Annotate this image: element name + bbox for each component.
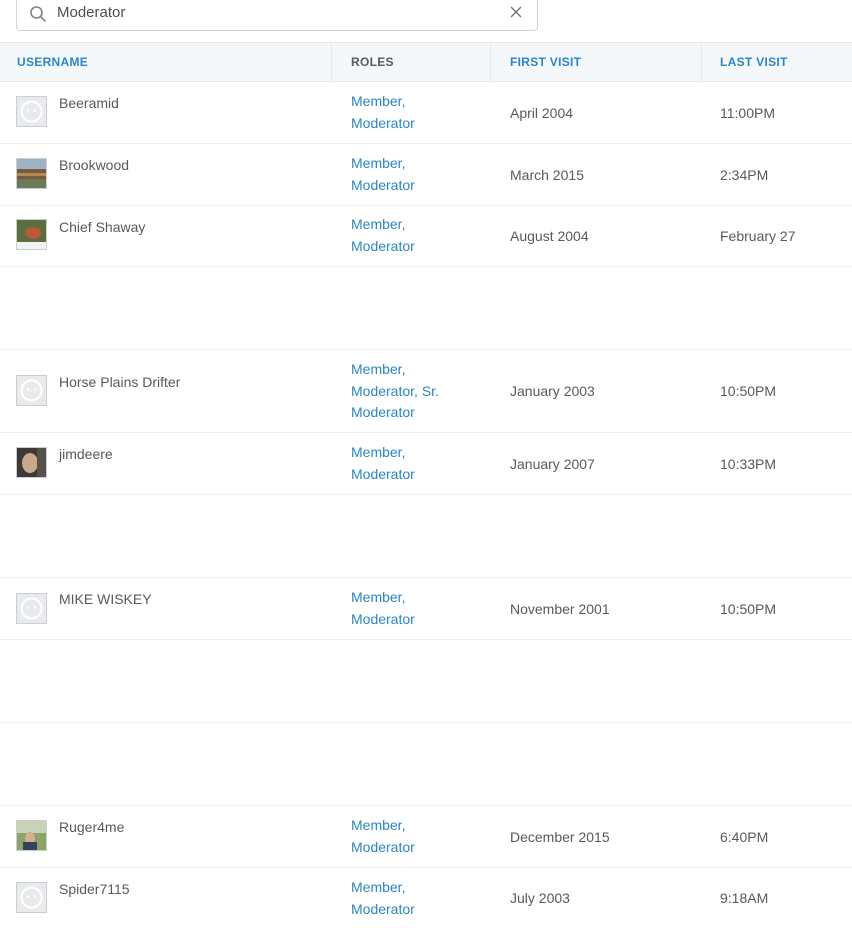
first-visit-date: January 2007 bbox=[510, 456, 595, 472]
photo-avatar[interactable] bbox=[16, 447, 47, 478]
roles-list: Member, Moderator bbox=[351, 153, 471, 196]
first-visit-date: August 2004 bbox=[510, 228, 589, 244]
first-visit-date: March 2015 bbox=[510, 167, 584, 183]
list-spacer bbox=[0, 640, 852, 723]
last-visit-time: 6:40PM bbox=[720, 829, 769, 845]
first-visit-date: November 2001 bbox=[510, 601, 610, 617]
first-visit-date: April 2004 bbox=[510, 105, 574, 121]
roles-list: Member, Moderator bbox=[351, 91, 471, 134]
role-link[interactable]: Member, bbox=[351, 442, 471, 464]
default-avatar-icon[interactable] bbox=[16, 593, 47, 624]
clear-search-icon[interactable] bbox=[509, 5, 523, 19]
role-link[interactable]: Moderator bbox=[351, 402, 471, 424]
roles-list: Member, Moderator, Sr. Moderator bbox=[351, 359, 471, 424]
last-visit-time: 10:50PM bbox=[720, 383, 777, 399]
photo-avatar[interactable] bbox=[16, 820, 47, 851]
table-row: MIKE WISKEY Member, Moderator November 2… bbox=[0, 578, 852, 640]
column-header-last-visit[interactable]: LAST VISIT bbox=[701, 43, 852, 81]
photo-avatar[interactable] bbox=[16, 219, 47, 250]
roles-list: Member, Moderator bbox=[351, 815, 471, 858]
last-visit-time: 9:18AM bbox=[720, 890, 769, 906]
table-header: USERNAME ROLES FIRST VISIT LAST VISIT bbox=[0, 42, 852, 82]
first-visit-date: December 2015 bbox=[510, 829, 610, 845]
search-icon bbox=[30, 6, 46, 22]
role-link[interactable]: Member, bbox=[351, 815, 471, 837]
list-spacer bbox=[0, 267, 852, 350]
role-link[interactable]: Moderator, Sr. bbox=[351, 381, 471, 403]
default-avatar-icon[interactable] bbox=[16, 882, 47, 913]
search-input[interactable] bbox=[57, 0, 497, 24]
role-link[interactable]: Member, bbox=[351, 214, 471, 236]
username-link[interactable]: Spider7115 bbox=[59, 881, 130, 897]
role-link[interactable]: Moderator bbox=[351, 609, 471, 631]
list-spacer bbox=[0, 495, 852, 578]
username-link[interactable]: Horse Plains Drifter bbox=[59, 374, 180, 390]
default-avatar-icon[interactable] bbox=[16, 375, 47, 406]
roles-list: Member, Moderator bbox=[351, 587, 471, 630]
role-link[interactable]: Moderator bbox=[351, 464, 471, 486]
table-body: Beeramid Member, Moderator April 2004 11… bbox=[0, 82, 852, 930]
roles-list: Member, Moderator bbox=[351, 442, 471, 485]
role-link[interactable]: Moderator bbox=[351, 837, 471, 859]
table-row: Ruger4me Member, Moderator December 2015… bbox=[0, 806, 852, 868]
username-link[interactable]: jimdeere bbox=[59, 446, 113, 462]
username-link[interactable]: Beeramid bbox=[59, 95, 119, 111]
role-link[interactable]: Member, bbox=[351, 153, 471, 175]
first-visit-date: July 2003 bbox=[510, 890, 570, 906]
username-link[interactable]: Ruger4me bbox=[59, 819, 124, 835]
first-visit-date: January 2003 bbox=[510, 383, 595, 399]
role-link[interactable]: Member, bbox=[351, 91, 471, 113]
last-visit-time: 10:33PM bbox=[720, 456, 777, 472]
column-header-first-visit[interactable]: FIRST VISIT bbox=[490, 43, 701, 81]
role-link[interactable]: Moderator bbox=[351, 899, 471, 921]
username-link[interactable]: Chief Shaway bbox=[59, 219, 145, 235]
username-link[interactable]: MIKE WISKEY bbox=[59, 591, 152, 607]
last-visit-time: 2:34PM bbox=[720, 167, 769, 183]
role-link[interactable]: Member, bbox=[351, 877, 471, 899]
list-spacer bbox=[0, 723, 852, 806]
default-avatar-icon[interactable] bbox=[16, 96, 47, 127]
role-link[interactable]: Moderator bbox=[351, 175, 471, 197]
last-visit-time: February 27 bbox=[720, 228, 796, 244]
photo-avatar[interactable] bbox=[16, 158, 47, 189]
column-header-username[interactable]: USERNAME bbox=[0, 43, 331, 81]
role-link[interactable]: Member, bbox=[351, 359, 471, 381]
last-visit-time: 10:50PM bbox=[720, 601, 777, 617]
column-header-roles: ROLES bbox=[331, 43, 490, 81]
roles-list: Member, Moderator bbox=[351, 214, 471, 257]
table-row: Chief Shaway Member, Moderator August 20… bbox=[0, 206, 852, 267]
role-link[interactable]: Moderator bbox=[351, 236, 471, 258]
role-link[interactable]: Moderator bbox=[351, 113, 471, 135]
table-row: Brookwood Member, Moderator March 2015 2… bbox=[0, 144, 852, 206]
table-row: Spider7115 Member, Moderator July 2003 9… bbox=[0, 868, 852, 930]
role-link[interactable]: Member, bbox=[351, 587, 471, 609]
member-search-box bbox=[16, 0, 538, 31]
table-row: Beeramid Member, Moderator April 2004 11… bbox=[0, 82, 852, 144]
table-row: jimdeere Member, Moderator January 2007 … bbox=[0, 433, 852, 495]
last-visit-time: 11:00PM bbox=[720, 105, 775, 121]
username-link[interactable]: Brookwood bbox=[59, 157, 129, 173]
table-row: Horse Plains Drifter Member, Moderator, … bbox=[0, 350, 852, 433]
members-table: USERNAME ROLES FIRST VISIT LAST VISIT Be… bbox=[0, 42, 852, 930]
